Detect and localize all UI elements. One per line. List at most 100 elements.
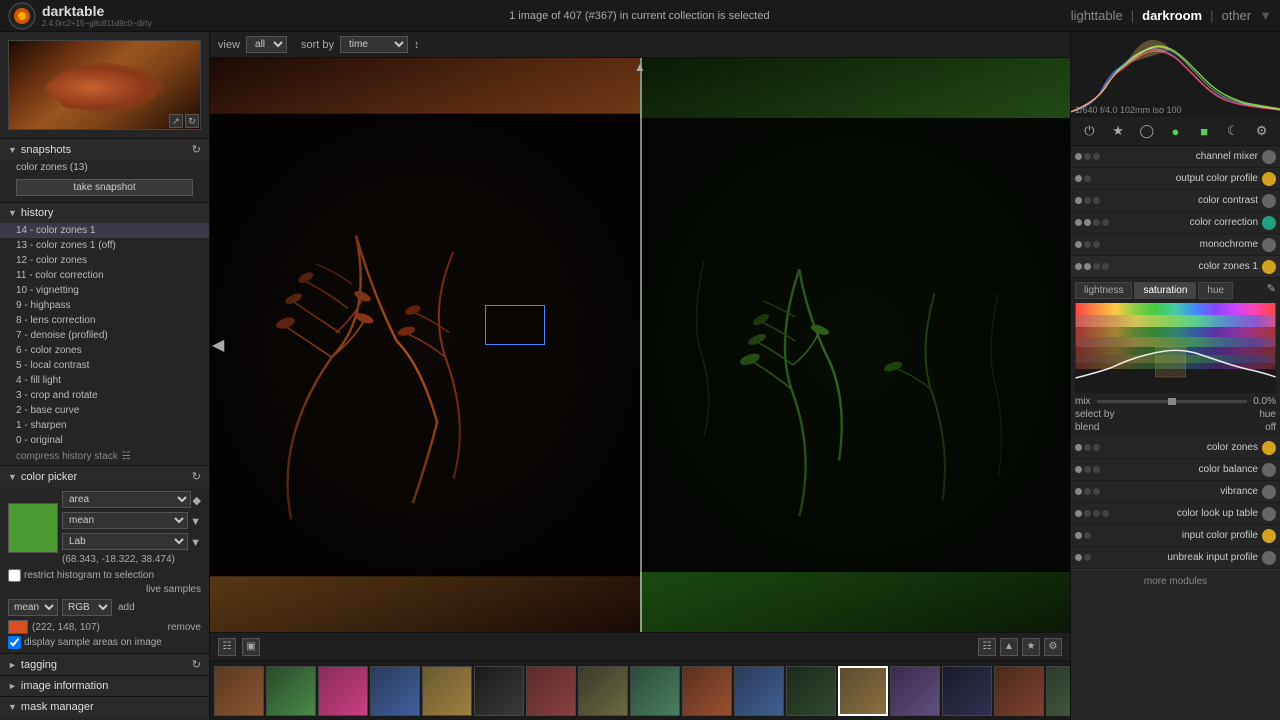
history-item[interactable]: 0 - original — [0, 433, 209, 448]
history-item[interactable]: 1 - sharpen — [0, 418, 209, 433]
output-color-btn[interactable] — [1262, 172, 1276, 186]
nav-lighttable[interactable]: lighttable — [1071, 8, 1123, 23]
dot2[interactable] — [1084, 175, 1091, 182]
film-thumb[interactable] — [994, 666, 1044, 716]
settings-icon[interactable]: ⚙ — [1044, 638, 1062, 656]
film-thumb[interactable] — [890, 666, 940, 716]
cz-tab-lightness[interactable]: lightness — [1075, 282, 1132, 299]
module-icon-power[interactable]: ⏻ — [1079, 121, 1099, 141]
history-item[interactable]: 3 - crop and rotate — [0, 388, 209, 403]
film-thumb[interactable] — [526, 666, 576, 716]
dot3[interactable] — [1093, 219, 1100, 226]
film-thumb[interactable] — [786, 666, 836, 716]
film-thumb[interactable] — [630, 666, 680, 716]
dot4[interactable] — [1102, 263, 1109, 270]
thumb-sync[interactable]: ↻ — [185, 114, 199, 128]
dot1[interactable] — [1075, 444, 1082, 451]
unbreak-btn[interactable] — [1262, 551, 1276, 565]
dot4[interactable] — [1102, 510, 1109, 517]
dot1[interactable] — [1075, 510, 1082, 517]
vibrance-btn[interactable] — [1262, 485, 1276, 499]
module-icon-moon[interactable]: ☾ — [1223, 121, 1243, 141]
history-item[interactable]: 7 - denoise (profiled) — [0, 328, 209, 343]
grid-icon[interactable]: ☷ — [978, 638, 996, 656]
dot1[interactable] — [1075, 153, 1082, 160]
view-select[interactable]: all — [246, 36, 287, 53]
history-item[interactable]: 2 - base curve — [0, 403, 209, 418]
tagging-header[interactable]: ► tagging ↻ — [0, 653, 209, 675]
film-thumb[interactable] — [266, 666, 316, 716]
color-correction-btn[interactable] — [1262, 216, 1276, 230]
color-picker-header[interactable]: ▼ color picker ↻ — [0, 465, 209, 487]
dot3[interactable] — [1093, 153, 1100, 160]
monochrome-btn[interactable] — [1262, 238, 1276, 252]
mask-manager-header[interactable]: ▼ mask manager — [0, 696, 209, 717]
history-item[interactable]: 14 - color zones 1 — [0, 223, 209, 238]
color-balance-btn[interactable] — [1262, 463, 1276, 477]
dot2[interactable] — [1084, 197, 1091, 204]
live-samples-btn[interactable]: live samples — [8, 584, 201, 595]
sample-type-select[interactable]: mean — [8, 599, 58, 616]
nav-arrow-top[interactable]: ▲ — [634, 60, 646, 74]
dot4[interactable] — [1102, 219, 1109, 226]
film-thumb[interactable] — [318, 666, 368, 716]
sort-select[interactable]: time filename — [340, 36, 408, 53]
tagging-refresh-icon[interactable]: ↻ — [192, 658, 201, 671]
dot1[interactable] — [1075, 554, 1082, 561]
dot2[interactable] — [1084, 153, 1091, 160]
cz-blend-val[interactable]: off — [1265, 422, 1276, 433]
dot1[interactable] — [1075, 241, 1082, 248]
module-icon-circle[interactable]: ◯ — [1137, 121, 1157, 141]
dot3[interactable] — [1093, 510, 1100, 517]
history-item[interactable]: 8 - lens correction — [0, 313, 209, 328]
nav-arrow-left[interactable]: ◀ — [212, 335, 224, 355]
nav-darkroom[interactable]: darkroom — [1142, 8, 1202, 23]
film-thumb[interactable] — [942, 666, 992, 716]
mean-select[interactable]: mean min max — [62, 512, 188, 529]
snapshots-refresh-icon[interactable]: ↻ — [192, 143, 201, 156]
dot2[interactable] — [1084, 554, 1091, 561]
film-thumb[interactable] — [1046, 666, 1070, 716]
dot2[interactable] — [1084, 444, 1091, 451]
mean-dropdown-icon[interactable]: ▼ — [190, 516, 201, 528]
display-sample-checkbox[interactable] — [8, 636, 21, 649]
nav-other[interactable]: other — [1221, 8, 1251, 23]
dot3[interactable] — [1093, 444, 1100, 451]
color-zones-1-btn[interactable] — [1262, 260, 1276, 274]
filmstrip-icon[interactable]: ☷ — [218, 638, 236, 656]
history-item[interactable]: 10 - vignetting — [0, 283, 209, 298]
color-contrast-btn[interactable] — [1262, 194, 1276, 208]
remove-btn[interactable]: remove — [168, 622, 201, 633]
film-thumb[interactable] — [838, 666, 888, 716]
dot3[interactable] — [1093, 466, 1100, 473]
cz-select-val[interactable]: hue — [1259, 409, 1276, 420]
dot2[interactable] — [1084, 510, 1091, 517]
star-icon[interactable]: ★ — [1022, 638, 1040, 656]
film-thumb[interactable] — [578, 666, 628, 716]
module-icon-star[interactable]: ★ — [1108, 121, 1128, 141]
eyedropper-icon[interactable]: ◆ — [193, 494, 201, 507]
dot3[interactable] — [1093, 241, 1100, 248]
history-item[interactable]: 11 - color correction — [0, 268, 209, 283]
dot1[interactable] — [1075, 263, 1082, 270]
lab-dropdown-icon[interactable]: ▼ — [190, 537, 201, 549]
export-icon[interactable]: ▲ — [1000, 638, 1018, 656]
split-line[interactable] — [640, 58, 642, 632]
history-item[interactable]: 9 - highpass — [0, 298, 209, 313]
dot1[interactable] — [1075, 466, 1082, 473]
dot1[interactable] — [1075, 488, 1082, 495]
history-item[interactable]: 12 - color zones — [0, 253, 209, 268]
dot1[interactable] — [1075, 197, 1082, 204]
dot1[interactable] — [1075, 175, 1082, 182]
dot1[interactable] — [1075, 532, 1082, 539]
restrict-checkbox[interactable] — [8, 569, 21, 582]
film-thumb[interactable] — [370, 666, 420, 716]
cz-mix-slider[interactable] — [1097, 400, 1248, 403]
lab-select[interactable]: Lab RGB HSL — [62, 533, 188, 550]
snapshot-item[interactable]: color zones (13) — [0, 160, 209, 175]
compress-history[interactable]: compress history stack ☵ — [0, 448, 209, 465]
film-thumb[interactable] — [474, 666, 524, 716]
snapshots-header[interactable]: ▼ snapshots ↻ — [0, 138, 209, 160]
dot2[interactable] — [1084, 263, 1091, 270]
sort-direction-icon[interactable]: ↕ — [414, 39, 420, 51]
